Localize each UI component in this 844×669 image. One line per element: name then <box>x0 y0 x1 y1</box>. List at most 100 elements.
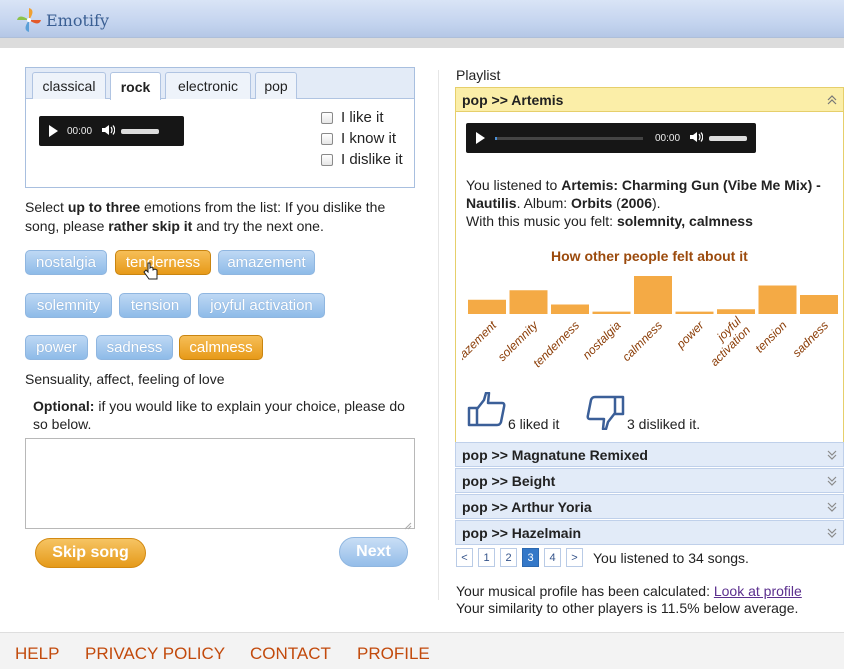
chevron-down-icon[interactable] <box>827 500 837 516</box>
hand-cursor-icon <box>143 262 159 283</box>
dislike-checkbox-row[interactable]: I dislike it <box>321 149 403 170</box>
profile-message: Your musical profile has been calculated… <box>456 583 802 617</box>
instructions-text: Select up to three emotions from the lis… <box>25 198 415 236</box>
tab-pop[interactable]: pop <box>255 72 297 99</box>
like-label: I like it <box>341 109 384 126</box>
chart-bar-sadness <box>800 295 838 314</box>
chevron-up-icon[interactable] <box>827 93 837 109</box>
volume-slider[interactable] <box>121 128 160 134</box>
year-text: ). <box>652 195 661 211</box>
emotion-power[interactable]: power <box>25 335 88 360</box>
playlist-item[interactable]: pop >> Arthur Yoria <box>455 494 844 519</box>
emotion-amazement[interactable]: amazement <box>218 250 315 275</box>
genre-tabs: classical rock electronic pop <box>26 68 414 100</box>
chart-xlabel-tension: tension <box>752 318 789 355</box>
instructions-part: and try the next one. <box>192 218 324 234</box>
comment-textarea[interactable] <box>25 438 415 529</box>
instructions-part: Select <box>25 199 68 215</box>
chart-bar-tenderness <box>551 304 589 314</box>
tab-classical[interactable]: classical <box>32 72 106 99</box>
album-year: 2006 <box>620 195 652 211</box>
tab-electronic[interactable]: electronic <box>165 72 251 99</box>
volume-icon[interactable] <box>689 130 704 146</box>
play-icon[interactable] <box>49 125 58 137</box>
chevron-down-icon[interactable] <box>827 526 837 542</box>
volume-slider[interactable] <box>709 135 748 141</box>
album-text: . Album: <box>516 195 572 211</box>
look-at-profile-link[interactable]: Look at profile <box>714 583 802 599</box>
playlist-item-title: pop >> Hazelmain <box>462 524 582 541</box>
footer: HELP PRIVACY POLICY CONTACT PROFILE <box>0 632 844 669</box>
playlist-item-title: pop >> Arthur Yoria <box>462 498 592 515</box>
playlist-item-current[interactable]: pop >> Artemis <box>455 87 844 112</box>
felt-text: With this music you felt: <box>466 213 617 229</box>
page-button[interactable]: 1 <box>478 548 495 567</box>
next-button[interactable]: Next <box>339 537 408 567</box>
chart-bar-nostalgia <box>592 311 631 314</box>
chart-xlabel-power: power <box>673 318 707 352</box>
chart-xlabel-amazement: amazement <box>462 318 500 373</box>
instructions-bold: up to three <box>67 199 141 215</box>
emotion-calmness[interactable]: calmness <box>179 335 263 360</box>
playlist-item[interactable]: pop >> Magnatune Remixed <box>455 442 844 467</box>
emotion-joyful-activation[interactable]: joyful activation <box>198 293 325 318</box>
seek-bar[interactable] <box>495 136 643 140</box>
year-text: ( <box>612 195 621 211</box>
footer-link-privacy-policy[interactable]: PRIVACY POLICY <box>85 644 225 664</box>
footer-link-contact[interactable]: CONTACT <box>250 644 331 664</box>
know-label: I know it <box>341 130 397 147</box>
volume-icon[interactable] <box>101 123 116 139</box>
resize-grip-icon[interactable] <box>403 517 412 533</box>
profile-text: Your musical profile has been calculated… <box>456 583 714 599</box>
emotion-sadness[interactable]: sadness <box>96 335 173 360</box>
thumbs-up-icon[interactable] <box>466 391 506 431</box>
page-button-current[interactable]: 3 <box>522 548 539 567</box>
playlist-audio-player[interactable]: 00:00 <box>466 123 756 153</box>
chevron-down-icon[interactable] <box>827 474 837 490</box>
chart-bar-amazement <box>468 299 506 314</box>
play-icon[interactable] <box>476 132 485 144</box>
instructions-bold: rather skip it <box>108 218 193 234</box>
audio-time: 00:00 <box>67 125 93 137</box>
playlist-item[interactable]: pop >> Beight <box>455 468 844 493</box>
next-page-button[interactable]: > <box>566 548 583 567</box>
page-button[interactable]: 2 <box>500 548 517 567</box>
chart-bar-calmness <box>634 276 672 314</box>
know-checkbox[interactable] <box>321 132 333 145</box>
logo[interactable]: Emotify <box>16 7 109 33</box>
playlist-item-title: pop >> Beight <box>462 472 556 489</box>
page-button[interactable]: 4 <box>544 548 561 567</box>
like-checkbox-row[interactable]: I like it <box>321 107 403 128</box>
audio-player[interactable]: 00:00 <box>39 116 184 146</box>
chart-xlabel-calmness: calmness <box>619 318 665 364</box>
listened-info: You listened to Artemis: Charming Gun (V… <box>466 176 841 230</box>
skip-song-button[interactable]: Skip song <box>35 538 146 568</box>
optional-hint: Optional: if you would like to explain y… <box>33 397 413 433</box>
footer-link-profile[interactable]: PROFILE <box>357 644 430 664</box>
footer-link-help[interactable]: HELP <box>15 644 59 664</box>
emotion-nostalgia[interactable]: nostalgia <box>25 250 107 275</box>
emotion-tenderness[interactable]: tenderness <box>115 250 211 275</box>
chart-bar-joyful-activation <box>717 309 755 314</box>
prev-page-button[interactable]: < <box>456 548 473 567</box>
emotion-solemnity[interactable]: solemnity <box>25 293 112 318</box>
header-divider <box>0 38 844 48</box>
thumbs-down-icon[interactable] <box>586 394 626 433</box>
tab-rock[interactable]: rock <box>110 72 161 100</box>
dislike-checkbox[interactable] <box>321 153 333 166</box>
audio-time: 00:00 <box>655 132 681 144</box>
column-divider <box>438 70 439 600</box>
playlist-item[interactable]: pop >> Hazelmain <box>455 520 844 545</box>
know-checkbox-row[interactable]: I know it <box>321 128 403 149</box>
playlist-item-title: pop >> Magnatune Remixed <box>462 446 648 463</box>
chart-bar-power <box>675 311 714 314</box>
emotion-chart: amazementsolemnitytendernessnostalgiacal… <box>462 276 838 373</box>
chevron-down-icon[interactable] <box>827 448 837 464</box>
like-checkbox[interactable] <box>321 111 333 124</box>
feedback-checkboxes: I like it I know it I dislike it <box>321 107 403 170</box>
chart-xlabel-sadness: sadness <box>790 318 832 360</box>
songs-count: You listened to 34 songs. <box>593 549 749 566</box>
felt-emotions: solemnity, calmness <box>616 213 753 229</box>
song-player-panel: classical rock electronic pop 00:00 I li… <box>25 67 415 188</box>
emotion-tension[interactable]: tension <box>119 293 191 318</box>
